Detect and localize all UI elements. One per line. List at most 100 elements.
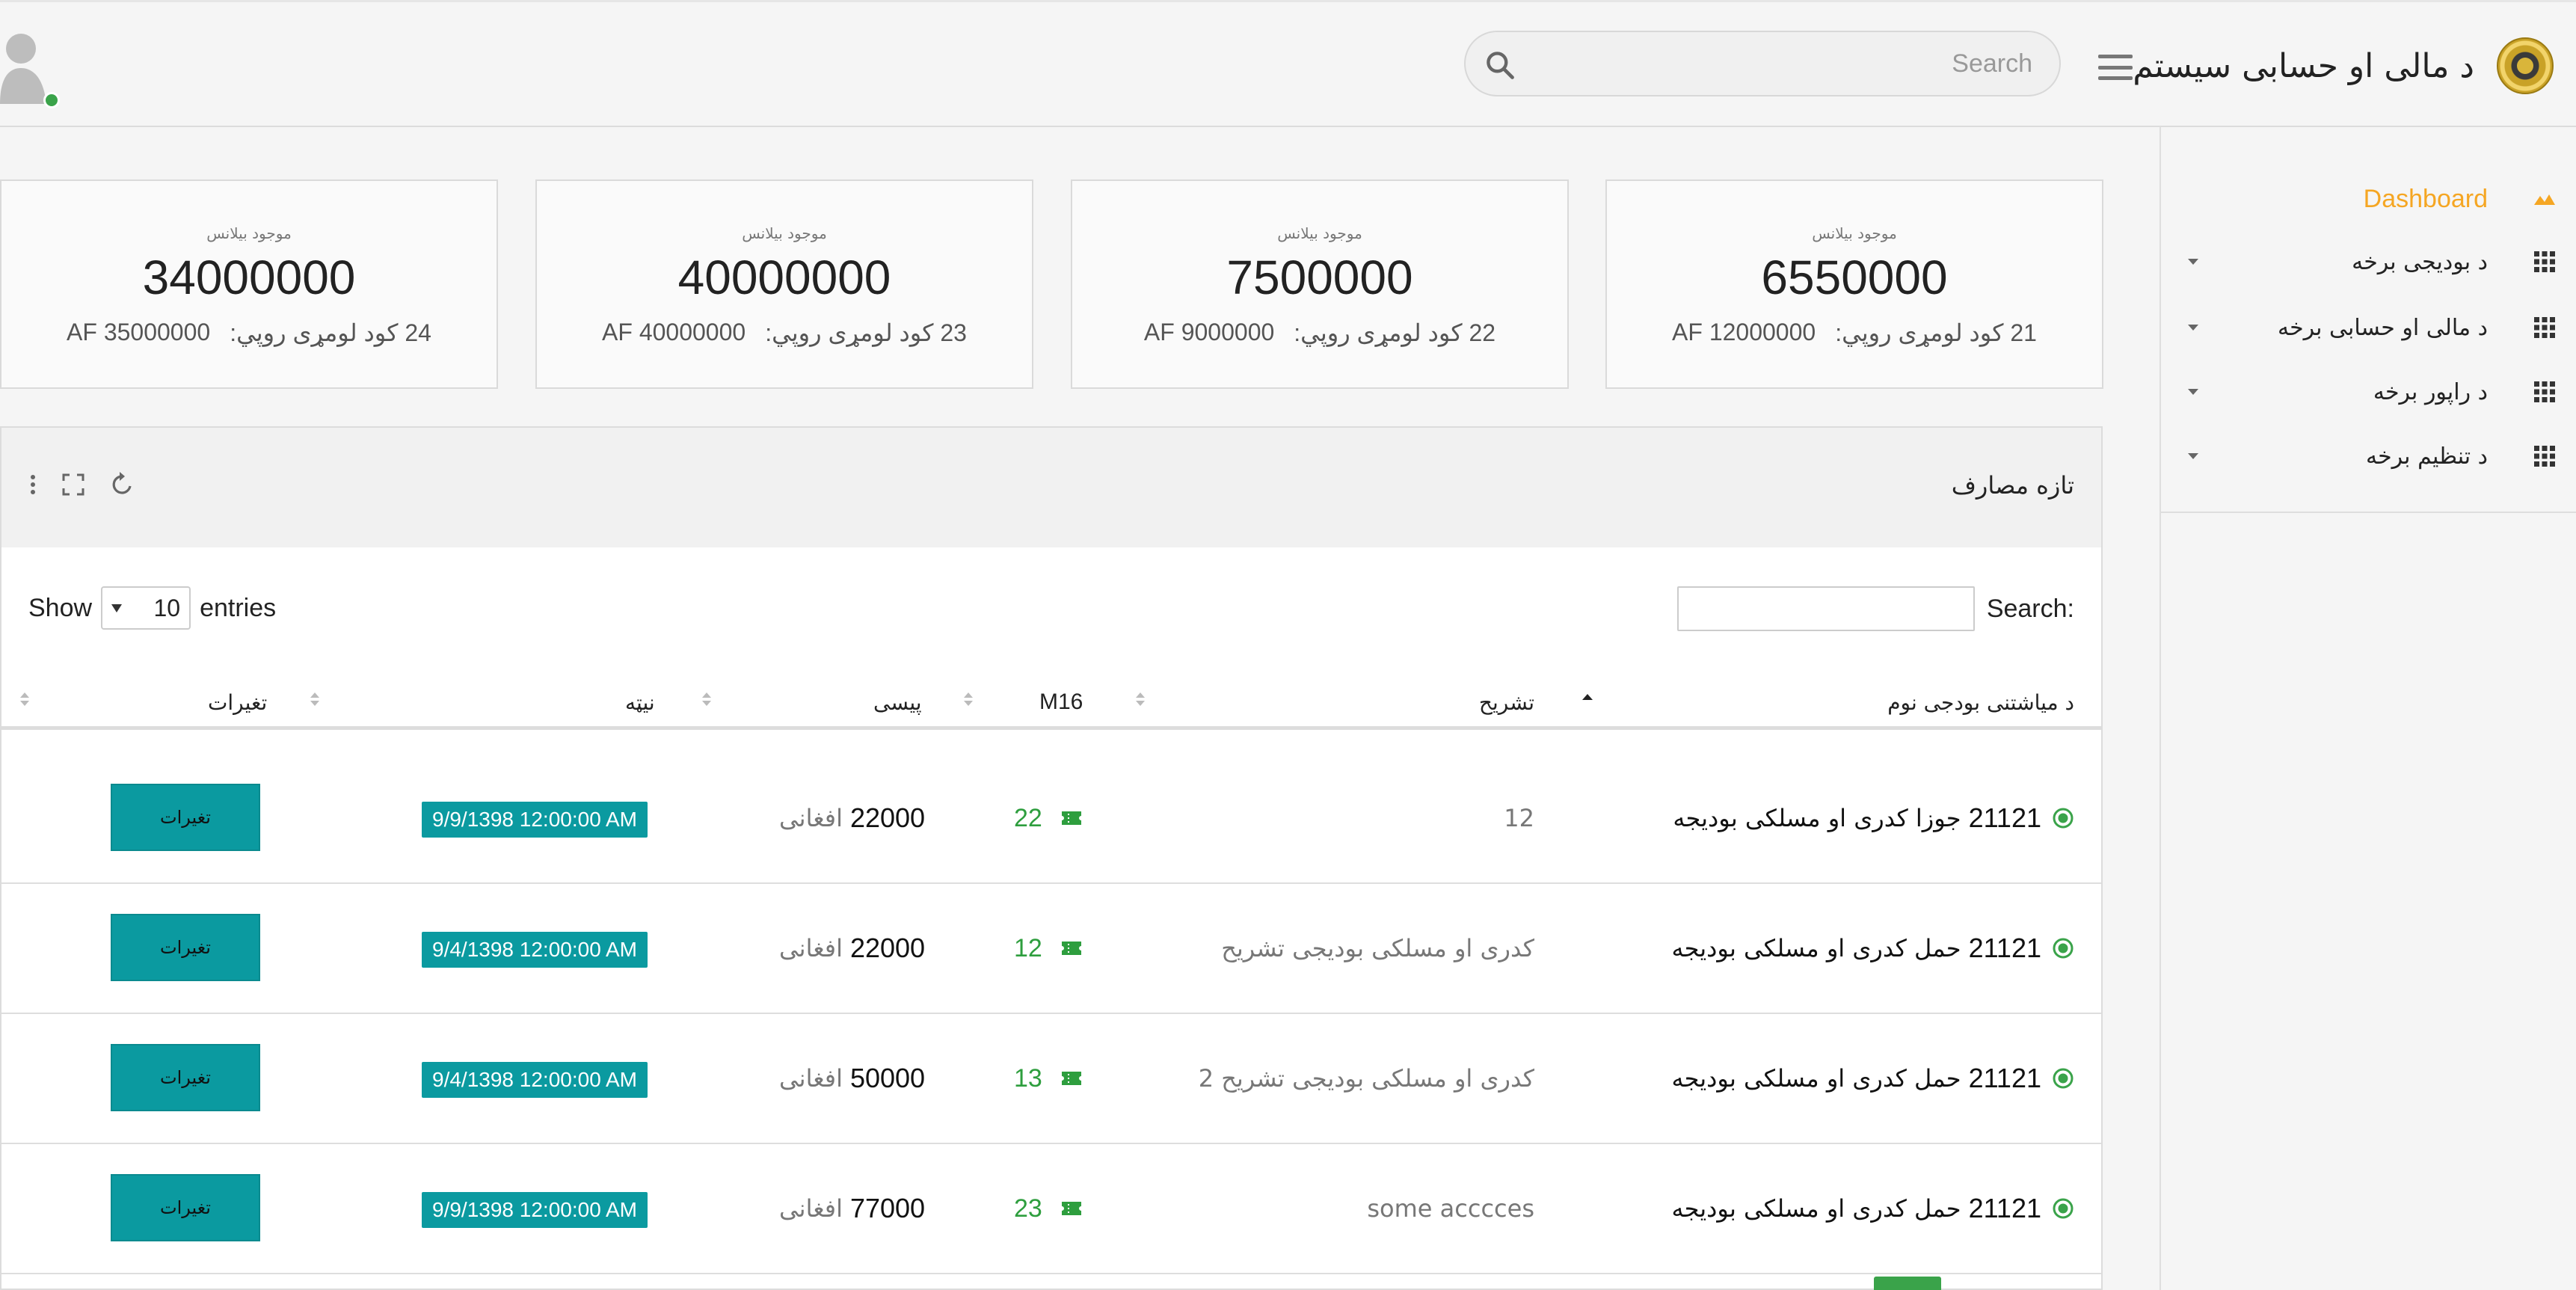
sort-icon[interactable] — [1134, 688, 1147, 710]
date-badge: 9/9/1398 12:00:00 AM — [422, 1192, 648, 1228]
budget-name-cell: 21121 حمل کدری او مسلکی بودیجه — [1671, 1014, 2074, 1143]
edit-button[interactable]: تغیرات — [111, 784, 260, 851]
sidebar-item-budget[interactable]: د بودیجی برخه — [2161, 239, 2576, 284]
budget-name-cell: 21121 حمل کدری او مسلکی بودیجه — [1671, 884, 2074, 1013]
stat-card-code: 21 — [2010, 319, 2037, 346]
refresh-icon[interactable] — [108, 470, 138, 500]
stat-card-value: 34000000 — [142, 251, 356, 304]
radio-checked-icon[interactable] — [2052, 807, 2074, 829]
stat-card-code: 24 — [405, 319, 431, 346]
sort-icon[interactable] — [18, 688, 31, 710]
sort-asc-icon[interactable] — [1581, 688, 1594, 710]
sidebar-item-settings[interactable]: د تنظیم برخه — [2161, 434, 2576, 479]
radio-checked-icon[interactable] — [2052, 937, 2074, 959]
description-cell: کدری او مسلکی بودیجی تشریح 2 — [1198, 1064, 1534, 1093]
edit-button[interactable]: تغیرات — [111, 1044, 260, 1111]
stat-card-value: 40000000 — [677, 251, 891, 304]
currency-label: افغانی — [779, 934, 843, 962]
stat-card-footer: AF 9000000 22 کود لومړی روپي: — [1072, 319, 1567, 347]
sidebar-item-dashboard[interactable]: Dashboard — [2161, 176, 2576, 221]
stat-card-code: 22 — [1469, 319, 1496, 346]
stat-card-code: 23 — [940, 319, 967, 346]
budget-name: حمل کدری او مسلکی بودیجه — [1671, 1194, 1961, 1223]
sort-icon[interactable] — [962, 688, 975, 710]
amount-cell: افغانی 22000 — [779, 754, 925, 882]
ticket-icon — [1061, 1202, 1081, 1215]
entries-select[interactable]: 10 — [101, 586, 191, 630]
amount-value: 50000 — [849, 1063, 926, 1093]
fullscreen-icon[interactable] — [58, 470, 88, 500]
global-search-input[interactable] — [1466, 32, 2059, 95]
table-search-label: Search: — [1986, 594, 2074, 623]
stat-card-label: موجود بیلانس — [742, 224, 827, 242]
radio-checked-icon[interactable] — [2052, 1067, 2074, 1090]
apps-grid-icon — [2534, 251, 2555, 272]
chevron-down-icon — [2188, 325, 2198, 331]
m16-value: 13 — [1014, 1063, 1042, 1093]
description-cell: 12 — [1504, 804, 1534, 832]
apps-grid-icon — [2534, 446, 2555, 467]
column-header-budget-name[interactable]: د میاشتنی بودجی نوم — [1887, 675, 2074, 730]
panel-header: تازه مصارف — [1, 428, 2101, 547]
radio-checked-icon[interactable] — [2052, 1197, 2074, 1220]
more-vertical-icon[interactable] — [18, 470, 48, 500]
description-cell: کدری او مسلکی بودیجی تشریح — [1221, 934, 1534, 962]
column-header-description[interactable]: تشریح — [1479, 675, 1534, 730]
currency-label: افغانی — [779, 804, 843, 832]
stat-card-footer: AF 40000000 23 کود لومړی روپي: — [537, 319, 1032, 347]
apps-grid-icon — [2534, 317, 2555, 338]
m16-cell: 23 — [1014, 1144, 1083, 1273]
m16-value: 23 — [1014, 1194, 1042, 1223]
m16-cell: 22 — [1014, 754, 1083, 882]
sidebar-item-reports[interactable]: د راپور برخه — [2161, 369, 2576, 414]
date-badge: 9/4/1398 12:00:00 AM — [422, 1062, 648, 1098]
budget-name: جوزا کدری او مسلکی بودیجه — [1673, 804, 1961, 832]
description-cell: some acccces — [1367, 1194, 1534, 1223]
sort-icon[interactable] — [700, 688, 713, 710]
column-header-m16[interactable]: M16 — [1039, 675, 1083, 730]
sort-icon[interactable] — [308, 688, 322, 710]
amount-cell: افغانی 22000 — [779, 884, 925, 1013]
apps-grid-icon — [2534, 381, 2555, 402]
column-header-changes[interactable]: تغیرات — [208, 675, 267, 730]
currency-label: افغانی — [779, 1194, 843, 1223]
budget-code: 21121 — [1968, 1193, 2041, 1223]
table-row: 21121 حمل کدری او مسلکی بودیجه some accc… — [1, 1144, 2101, 1274]
stat-card-code-22: موجود بیلانس 7500000 AF 9000000 22 کود ل… — [1071, 179, 1569, 389]
pagination-button-partial[interactable] — [1874, 1277, 1941, 1290]
budget-code: 21121 — [1968, 933, 2041, 963]
m16-cell: 13 — [1014, 1014, 1083, 1143]
stat-card-value: 6550000 — [1761, 251, 1948, 304]
show-entries-control: Show 10 entries — [28, 586, 276, 630]
currency-label: افغانی — [779, 1064, 843, 1093]
table-row: 21121 حمل کدری او مسلکی بودیجه کدری او م… — [1, 884, 2101, 1014]
sidebar-item-finance[interactable]: د مالی او حسابی برخه — [2161, 305, 2576, 350]
stat-card-code-label: کود لومړی روپي: — [1835, 319, 2004, 346]
budget-name: حمل کدری او مسلکی بودیجه — [1671, 1064, 1961, 1093]
column-header-amount[interactable]: پیسی — [873, 675, 922, 730]
panel-title: تازه مصارف — [1951, 471, 2074, 500]
stat-card-amount: AF 12000000 — [1672, 319, 1816, 345]
m16-value: 12 — [1014, 933, 1042, 962]
amount-cell: افغانی 77000 — [779, 1144, 925, 1273]
amount-cell: افغانی 50000 — [779, 1014, 925, 1143]
stat-card-value: 7500000 — [1226, 251, 1413, 304]
m16-cell: 12 — [1014, 884, 1083, 1013]
stat-card-code-label: کود لومړی روپي: — [765, 319, 934, 346]
search-icon — [1487, 52, 1514, 79]
chevron-down-icon — [2188, 453, 2198, 459]
recent-expenses-panel: تازه مصارف Show 10 entries Search: د میا… — [0, 426, 2103, 1290]
stat-card-code-23: موجود بیلانس 40000000 AF 40000000 23 کود… — [535, 179, 1033, 389]
edit-button[interactable]: تغیرات — [111, 914, 260, 981]
edit-button[interactable]: تغیرات — [111, 1174, 260, 1241]
stat-card-label: موجود بیلانس — [206, 224, 292, 242]
menu-toggle-icon[interactable] — [2098, 55, 2133, 80]
stat-card-code-21: موجود بیلانس 6550000 AF 12000000 21 کود … — [1605, 179, 2103, 389]
amount-value: 77000 — [849, 1193, 926, 1223]
column-header-date[interactable]: نیټه — [625, 675, 655, 730]
table-header: د میاشتنی بودجی نوم تشریح M16 پیسی نیټه — [1, 675, 2101, 730]
global-search[interactable] — [1464, 31, 2061, 96]
table-search-input[interactable] — [1676, 586, 1975, 631]
entries-label: entries — [200, 593, 277, 622]
chevron-down-icon — [2188, 259, 2198, 265]
